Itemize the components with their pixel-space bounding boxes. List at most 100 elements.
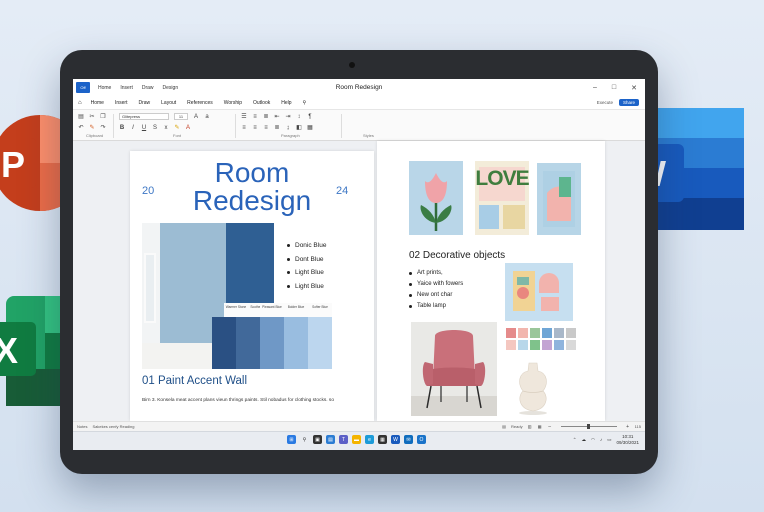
left-margin-panel xyxy=(73,141,123,421)
font-name-dropdown[interactable]: Glitepress xyxy=(119,113,169,120)
pilcrow-icon[interactable]: ¶ xyxy=(307,114,313,120)
decrease-indent-icon[interactable]: ⇤ xyxy=(274,114,280,120)
cloud-icon[interactable]: ☁ xyxy=(582,437,587,443)
taskbar: ⊞ ⚲ ▣ ▤ T ▬ e ▦ W ✉ O ⌃ ☁ ◠ ♪ ▭ 10:31 09… xyxy=(73,431,645,450)
title-bar: Off Home Insert Draw Design Room Redesig… xyxy=(73,79,645,96)
chevron-up-icon[interactable]: ⌃ xyxy=(573,437,577,443)
menu-insert[interactable]: Insert xyxy=(120,85,133,91)
tab-worship[interactable]: Worship xyxy=(224,100,242,106)
cut-icon[interactable]: ✂ xyxy=(89,114,95,120)
multilevel-icon[interactable]: ≣ xyxy=(263,114,269,120)
search-icon[interactable]: ⚲ xyxy=(300,435,309,444)
redo-icon[interactable]: ↷ xyxy=(100,125,106,131)
teams-icon[interactable]: T xyxy=(339,435,348,444)
page-right[interactable]: LOVE 02 Decorative objects Art prints, Y… xyxy=(377,141,605,421)
home-icon[interactable]: ⌂ xyxy=(78,100,82,106)
print-layout-icon[interactable]: ▦ xyxy=(537,424,543,430)
highlight-icon[interactable]: ✎ xyxy=(174,125,180,131)
focus-icon[interactable]: ▤ xyxy=(501,424,507,430)
list-item: Light Blue xyxy=(287,269,326,276)
line-spacing-icon[interactable]: ↨ xyxy=(285,125,291,131)
tab-help[interactable]: Help xyxy=(281,100,291,106)
read-mode-icon[interactable]: ▥ xyxy=(527,424,533,430)
battery-icon[interactable]: ▭ xyxy=(607,437,611,443)
task-view-icon[interactable]: ▣ xyxy=(313,435,322,444)
document-area[interactable]: Room Redesign 20 24 Warmer Stone Soothe … xyxy=(73,141,645,421)
increase-indent-icon[interactable]: ⇥ xyxy=(285,114,291,120)
font-color-icon[interactable]: A xyxy=(185,125,191,131)
search-icon[interactable]: ⚲ xyxy=(303,100,307,106)
tab-draw[interactable]: Draw xyxy=(138,100,150,106)
swatch-color-5: Softer Blue xyxy=(308,303,332,369)
swatch-strip: Pleasant Blue Bolder Blue Softer Blue xyxy=(212,303,342,369)
tab-outlook[interactable]: Outlook xyxy=(253,100,270,106)
swatch-color-3: Pleasant Blue xyxy=(260,303,284,369)
share-button[interactable]: Share xyxy=(618,99,639,106)
file-explorer-icon[interactable]: ▬ xyxy=(352,435,361,444)
align-left-icon[interactable]: ≡ xyxy=(241,125,247,131)
status-focus: Ready xyxy=(511,424,523,429)
justify-icon[interactable]: ≣ xyxy=(274,125,280,131)
align-center-icon[interactable]: ≡ xyxy=(252,125,258,131)
sort-icon[interactable]: ↕ xyxy=(296,114,302,120)
page-left[interactable]: Room Redesign 20 24 Warmer Stone Soothe … xyxy=(130,151,374,421)
underline-icon[interactable]: U xyxy=(141,125,147,131)
mail-icon[interactable]: ✉ xyxy=(404,435,413,444)
subscript-icon[interactable]: x xyxy=(163,125,169,131)
chair-photo xyxy=(411,322,497,416)
execute-button[interactable]: Execute xyxy=(597,100,613,105)
wifi-icon[interactable]: ◠ xyxy=(591,437,595,443)
store-icon[interactable]: ▦ xyxy=(378,435,387,444)
volume-icon[interactable]: ♪ xyxy=(600,437,602,442)
tab-references[interactable]: References xyxy=(187,100,213,106)
close-button[interactable]: ✕ xyxy=(631,84,637,92)
edge-icon[interactable]: e xyxy=(365,435,374,444)
body-text: Birn 3. Konsela meat accent plans vieun … xyxy=(142,398,334,403)
align-right-icon[interactable]: ≡ xyxy=(263,125,269,131)
palette-swatch xyxy=(530,340,540,350)
palette-swatch xyxy=(506,328,516,338)
autosave-toggle[interactable]: Off xyxy=(76,82,90,93)
maximize-button[interactable]: □ xyxy=(612,84,616,92)
zoom-level[interactable]: 115 xyxy=(635,424,641,429)
undo-icon[interactable]: ↶ xyxy=(78,125,84,131)
format-painter-icon[interactable]: ✎ xyxy=(89,125,95,131)
word-taskbar-icon[interactable]: W xyxy=(391,435,400,444)
menu-home[interactable]: Home xyxy=(98,85,111,91)
outlook-icon[interactable]: O xyxy=(417,435,426,444)
shrink-font-icon[interactable]: a xyxy=(204,114,210,120)
widgets-icon[interactable]: ▤ xyxy=(326,435,335,444)
zoom-out-icon[interactable]: – xyxy=(547,424,553,430)
group-styles: Styles xyxy=(363,133,374,138)
paste-icon[interactable]: ▤ xyxy=(78,114,84,120)
vertical-scrollbar[interactable] xyxy=(609,141,645,421)
tab-layout[interactable]: Layout xyxy=(161,100,176,106)
tab-home[interactable]: Home xyxy=(91,100,104,106)
list-item: Light Blue xyxy=(287,283,326,290)
bold-icon[interactable]: B xyxy=(119,125,125,131)
list-item: Yaice with fowers xyxy=(409,281,463,287)
strikethrough-icon[interactable]: S xyxy=(152,125,158,131)
start-icon[interactable]: ⊞ xyxy=(287,435,296,444)
clock[interactable]: 10:31 09/30/2021 xyxy=(616,434,639,445)
copy-icon[interactable]: ❐ xyxy=(100,114,106,120)
status-notes: Notes xyxy=(77,424,88,429)
minimize-button[interactable]: – xyxy=(593,84,597,92)
window-controls: – □ ✕ xyxy=(593,84,637,92)
shading-icon[interactable]: ◧ xyxy=(296,125,302,131)
swatch-color-2 xyxy=(236,317,260,369)
borders-icon[interactable]: ▦ xyxy=(307,125,313,131)
italic-icon[interactable]: I xyxy=(130,125,136,131)
zoom-in-icon[interactable]: + xyxy=(625,424,631,430)
bullets-icon[interactable]: ☰ xyxy=(241,114,247,120)
vase-photo xyxy=(505,353,561,417)
page-number-left: 20 xyxy=(142,185,155,197)
font-size-dropdown[interactable]: 11 xyxy=(174,113,188,120)
camera xyxy=(349,62,355,68)
numbering-icon[interactable]: ≡ xyxy=(252,114,258,120)
grow-font-icon[interactable]: A xyxy=(193,114,199,120)
menu-design[interactable]: Design xyxy=(163,85,179,91)
menu-draw[interactable]: Draw xyxy=(142,85,154,91)
zoom-slider[interactable] xyxy=(560,424,617,429)
tab-insert[interactable]: Insert xyxy=(115,100,128,106)
